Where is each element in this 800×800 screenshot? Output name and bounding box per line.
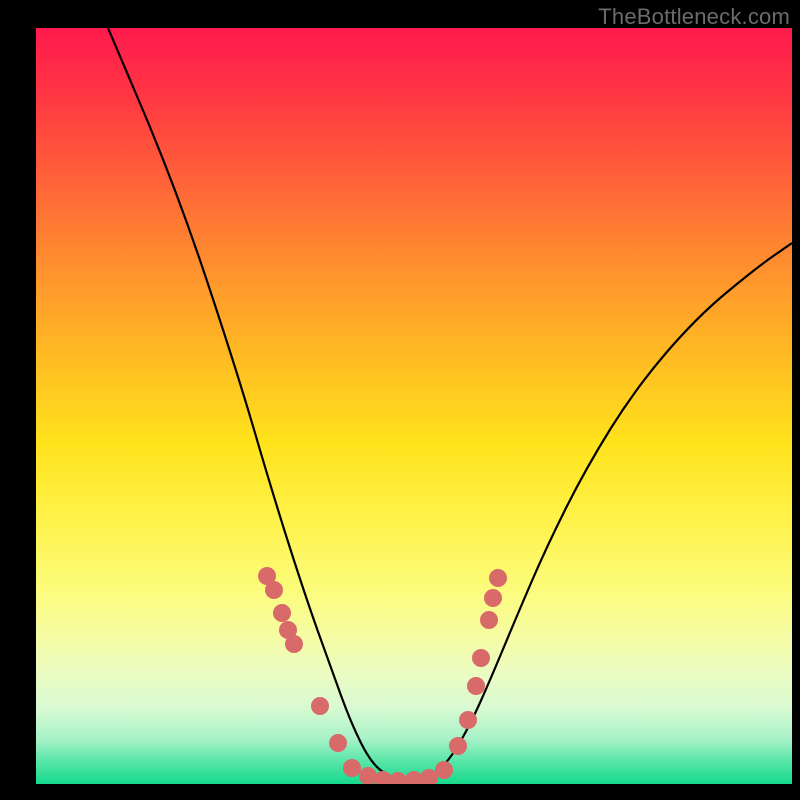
sample-point <box>265 581 283 599</box>
sample-point <box>472 649 490 667</box>
sample-point <box>311 697 329 715</box>
sample-point <box>273 604 291 622</box>
sample-point <box>343 759 361 777</box>
sample-point <box>435 761 453 779</box>
sample-point <box>467 677 485 695</box>
sample-point <box>329 734 347 752</box>
sample-points-layer <box>36 28 792 784</box>
sample-point <box>449 737 467 755</box>
sample-point <box>389 772 407 784</box>
sample-point <box>480 611 498 629</box>
sample-point <box>285 635 303 653</box>
sample-point <box>484 589 502 607</box>
sample-point <box>459 711 477 729</box>
watermark-text: TheBottleneck.com <box>598 4 790 30</box>
sample-point <box>489 569 507 587</box>
